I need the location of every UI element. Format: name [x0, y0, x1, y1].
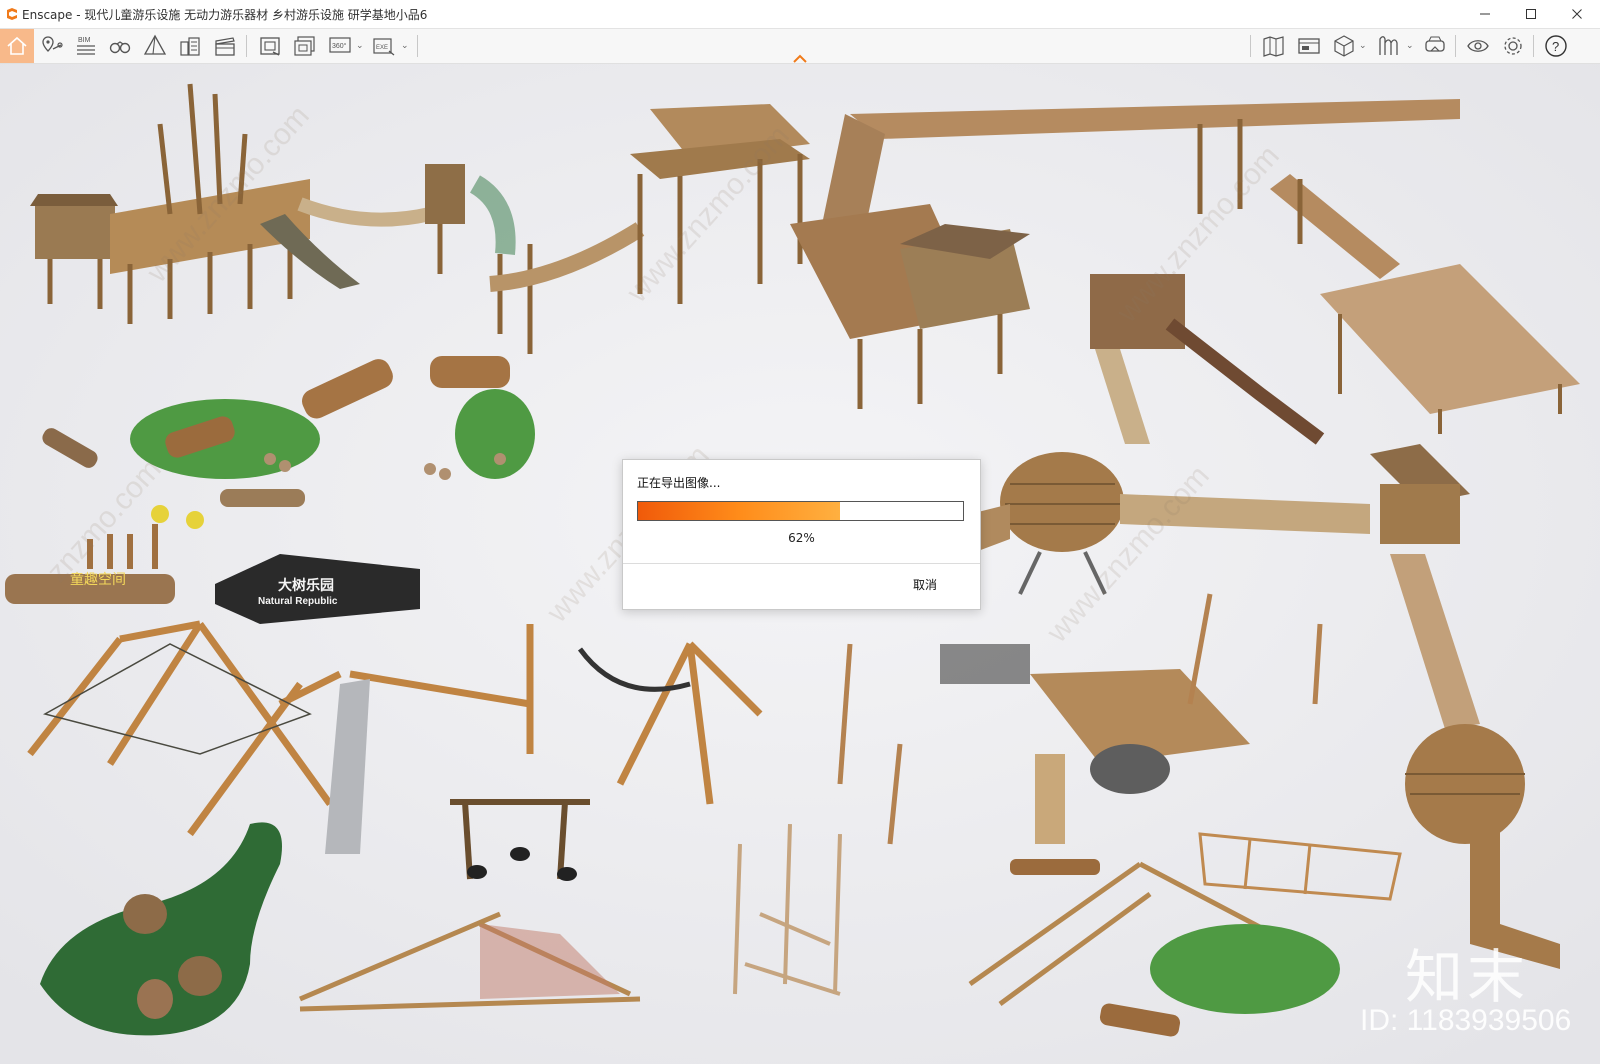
visual-settings-icon: [1467, 40, 1489, 52]
exe-label: EXE: [376, 45, 388, 51]
settings-icon: [1504, 37, 1522, 55]
image-id-watermark: ID: 1183939506: [1360, 1004, 1572, 1037]
minimize-button[interactable]: [1462, 0, 1508, 28]
video-editor-icon: [1298, 38, 1320, 54]
perspective-button[interactable]: [139, 31, 171, 61]
help-icon: ?: [1545, 35, 1567, 57]
dialog-divider: [623, 563, 980, 564]
close-icon: [1572, 9, 1582, 19]
binoculars-icon: [109, 41, 131, 54]
settings-button[interactable]: [1497, 31, 1529, 61]
home-icon: [7, 36, 27, 55]
panorama-label: 360°: [332, 42, 347, 50]
bim-icon: BIM: [77, 37, 95, 55]
chevron-down-icon[interactable]: ⌄: [1359, 41, 1367, 51]
view-button[interactable]: [104, 31, 136, 61]
material-editor-icon: [1379, 36, 1398, 55]
title-bar: Enscape - 现代儿童游乐设施 无动力游乐器材 乡村游乐设施 研学基地小品…: [0, 0, 1600, 29]
brand-watermark: 知末: [1405, 943, 1530, 1011]
bim-label: BIM: [78, 37, 91, 44]
toolbar-separator: [1250, 35, 1251, 57]
location-pin-icon: [42, 36, 63, 52]
main-toolbar: BIM 360° ⌄ EXE ⌄ ⌄ ⌄ ?: [0, 29, 1600, 64]
buildings-icon: [180, 37, 200, 56]
dialog-title: 正在导出图像...: [637, 476, 721, 490]
enscape-logo-icon: [7, 8, 17, 20]
progress-bar: [637, 501, 964, 521]
toolbar-separator: [417, 35, 418, 57]
minimize-icon: [1480, 13, 1490, 15]
chevron-down-icon[interactable]: ⌄: [1406, 41, 1414, 51]
screenshot-icon: [260, 37, 280, 56]
screenshot-button[interactable]: [254, 31, 286, 61]
asset-library-icon: [1334, 35, 1354, 57]
export-progress-dialog: 正在导出图像... 62% 取消: [622, 459, 981, 610]
home-button[interactable]: [0, 29, 34, 63]
exe-export-icon: EXE: [373, 38, 395, 56]
location-button[interactable]: [36, 31, 68, 61]
map-icon: [1263, 36, 1284, 57]
material-editor-button[interactable]: [1373, 31, 1405, 61]
sign-text-en: Natural Republic: [258, 596, 338, 607]
video-editor-button[interactable]: [1293, 31, 1325, 61]
maximize-button[interactable]: [1508, 0, 1554, 28]
progress-fill: [638, 502, 840, 520]
progress-percent: 62%: [788, 531, 815, 545]
render-viewport[interactable]: 童趣空间 大树乐园 Natural Republic www.znzmo.com…: [0, 64, 1600, 1064]
exe-export-button[interactable]: EXE: [368, 31, 400, 61]
collapse-toolbar-button[interactable]: [792, 49, 808, 63]
chevron-down-icon[interactable]: ⌄: [401, 41, 409, 51]
help-label: ?: [1552, 39, 1559, 54]
bim-button[interactable]: BIM: [70, 31, 102, 61]
buildings-button[interactable]: [174, 31, 206, 61]
batch-render-button[interactable]: [289, 31, 321, 61]
help-button[interactable]: ?: [1540, 31, 1572, 61]
map-button[interactable]: [1258, 31, 1290, 61]
asset-library-button[interactable]: [1328, 31, 1360, 61]
perspective-icon: [143, 34, 167, 55]
batch-render-icon: [294, 36, 315, 56]
sign-text-cn: 大树乐园: [278, 577, 334, 594]
chevron-down-icon[interactable]: ⌄: [356, 41, 364, 51]
chevron-up-icon: [793, 54, 807, 63]
toolbar-separator: [1455, 35, 1456, 57]
maximize-icon: [1526, 9, 1536, 19]
toolbar-separator: [246, 35, 247, 57]
vr-headset-icon: [1425, 36, 1445, 52]
panorama-button[interactable]: 360°: [324, 31, 356, 61]
vr-button[interactable]: [1419, 31, 1451, 61]
clapperboard-button[interactable]: [209, 31, 241, 61]
window-title: Enscape - 现代儿童游乐设施 无动力游乐器材 乡村游乐设施 研学基地小品…: [22, 8, 428, 22]
cancel-button[interactable]: 取消: [913, 576, 937, 593]
clapperboard-icon: [215, 37, 235, 56]
toolbar-separator: [1533, 35, 1534, 57]
visual-settings-button[interactable]: [1462, 31, 1494, 61]
panorama-icon: 360°: [329, 37, 351, 53]
close-button[interactable]: [1554, 0, 1600, 28]
